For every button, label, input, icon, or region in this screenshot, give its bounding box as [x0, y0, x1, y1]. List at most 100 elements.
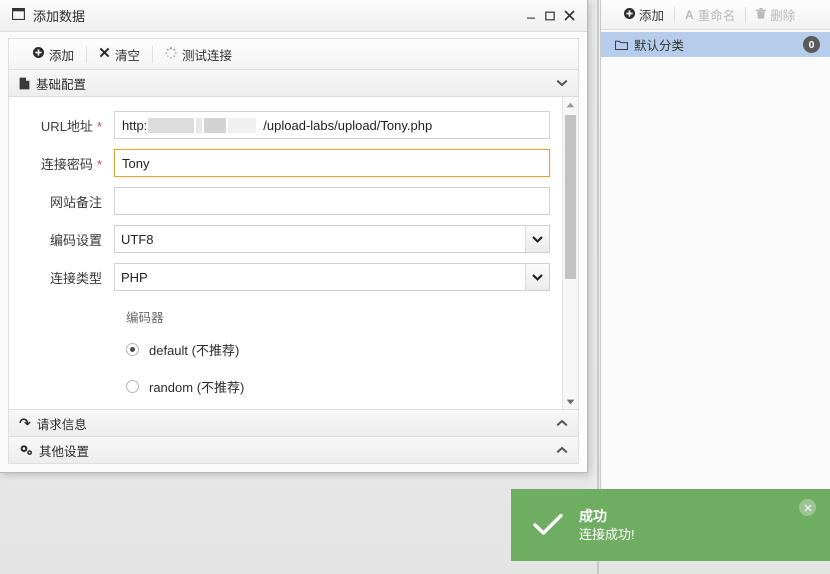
charset-select[interactable]: UTF8: [114, 225, 550, 253]
remark-control: [114, 187, 550, 215]
close-icon[interactable]: [564, 10, 575, 21]
toast-title: 成功: [579, 507, 607, 524]
section-label-basic-config: 基础配置: [36, 77, 87, 92]
encoder-option-random-label: random (不推荐): [149, 380, 245, 395]
toolbar-separator: [674, 6, 676, 23]
password-label-text: 连接密码: [40, 156, 93, 172]
encoder-option-random[interactable]: random (不推荐): [126, 377, 550, 396]
dialog-title: 添加数据: [33, 9, 86, 24]
toast-text: 成功 连接成功!: [579, 507, 635, 543]
section-label-other-settings: 其他设置: [39, 444, 90, 459]
section-header-basic-config[interactable]: 基础配置: [8, 70, 579, 97]
radio-icon[interactable]: [126, 380, 139, 393]
chevron-down-icon: [556, 79, 568, 87]
form-row-charset: 编码设置 UTF8: [19, 225, 550, 253]
dialog-command-bar: 添加 清空 测试连接: [8, 38, 579, 70]
form-row-url: URL地址 * http: /upload-labs/upload/Tony.ph…: [19, 111, 550, 139]
vertical-divider: [597, 0, 599, 574]
category-panel: 添加 A 重命名 删除 默认分类 0: [600, 0, 830, 489]
section-header-request-info[interactable]: ↷ 请求信息: [8, 410, 579, 437]
redaction-block: [228, 117, 257, 133]
spinner-icon: [165, 46, 177, 62]
url-label: URL地址 *: [19, 116, 114, 135]
category-add-button[interactable]: 添加: [615, 4, 673, 26]
form-row-remark: 网站备注: [19, 187, 550, 215]
plus-circle-icon: [33, 47, 44, 61]
url-control: http: /upload-labs/upload/Tony.php: [114, 111, 550, 139]
category-delete-label: 删除: [770, 9, 796, 23]
test-connection-button[interactable]: 测试连接: [153, 42, 244, 66]
test-connection-label: 测试连接: [182, 48, 233, 63]
scrollbar-thumb[interactable]: [565, 115, 576, 279]
clear-button[interactable]: 清空: [87, 42, 152, 66]
category-count-badge: 0: [803, 36, 820, 53]
category-delete-button[interactable]: 删除: [747, 4, 804, 26]
category-list-item[interactable]: 默认分类 0: [601, 32, 830, 57]
url-suffix: /upload-labs/upload/Tony.php: [263, 117, 433, 133]
chevron-up-icon: [556, 446, 568, 454]
form-row-password: 连接密码 *: [19, 149, 550, 177]
document-icon: [19, 77, 30, 90]
category-name: 默认分类: [634, 39, 685, 53]
required-mark: *: [96, 118, 102, 134]
category-add-label: 添加: [639, 9, 665, 23]
scroll-down-icon[interactable]: [563, 394, 578, 409]
url-input[interactable]: http: /upload-labs/upload/Tony.php: [114, 111, 550, 139]
password-control: [114, 149, 550, 177]
category-list: 默认分类 0: [601, 30, 830, 57]
section-label-request-info: 请求信息: [36, 417, 87, 432]
dialog-titlebar[interactable]: 添加数据: [0, 0, 587, 32]
dialog-body: 添加 清空 测试连接 基础配置 URL地址 * http: /upload-la…: [0, 32, 587, 472]
plus-circle-icon: [624, 7, 635, 22]
check-icon: [533, 513, 563, 537]
folder-icon: [615, 39, 628, 50]
letter-a-icon: A: [685, 7, 694, 22]
encoder-option-default-label: default (不推荐): [149, 343, 240, 358]
redaction-block: [196, 117, 203, 133]
window-controls: [526, 10, 579, 21]
password-input[interactable]: [114, 149, 550, 177]
conn-type-label: 连接类型: [49, 270, 102, 286]
charset-label: 编码设置: [49, 232, 102, 248]
minimize-icon[interactable]: [526, 11, 536, 21]
url-label-text: URL地址: [40, 118, 93, 134]
form-area: URL地址 * http: /upload-labs/upload/Tony.ph…: [9, 97, 578, 409]
cross-icon: [99, 47, 110, 61]
form-row-conn-type: 连接类型 PHP: [19, 263, 550, 291]
toast-close-button[interactable]: [799, 499, 816, 516]
category-rename-button[interactable]: A 重命名: [676, 4, 744, 26]
charset-control: UTF8: [114, 225, 550, 253]
encoder-option-default[interactable]: default (不推荐): [126, 340, 550, 359]
basic-config-panel: URL地址 * http: /upload-labs/upload/Tony.ph…: [8, 97, 579, 410]
window-icon: [12, 8, 25, 23]
add-button[interactable]: 添加: [21, 42, 86, 66]
redaction-block: [148, 117, 195, 133]
refresh-icon: ↷: [19, 414, 31, 431]
radio-icon[interactable]: [126, 343, 139, 356]
conn-type-select[interactable]: PHP: [114, 263, 550, 291]
encoder-title: 编码器: [126, 311, 164, 325]
add-button-label: 添加: [49, 48, 75, 63]
required-mark: *: [96, 156, 102, 172]
category-rename-label: 重命名: [697, 9, 736, 23]
trash-icon: [756, 7, 767, 22]
password-label: 连接密码 *: [19, 154, 114, 173]
add-data-dialog: 添加数据 添加 清空 测试连接 基础配置 URL地址 * http: /uplo…: [0, 0, 588, 473]
success-toast: 成功 连接成功!: [511, 489, 830, 561]
remark-input[interactable]: [114, 187, 550, 215]
panel-gap: [588, 0, 597, 489]
scroll-up-icon[interactable]: [563, 97, 578, 112]
conn-type-control: PHP: [114, 263, 550, 291]
clear-button-label: 清空: [115, 48, 141, 63]
scrollbar-track[interactable]: [563, 112, 578, 394]
maximize-icon[interactable]: [545, 11, 555, 21]
encoder-group: 编码器 default (不推荐) random (不推荐) base64: [19, 307, 550, 409]
chevron-up-icon: [556, 419, 568, 427]
gears-icon: [19, 444, 33, 456]
form-scrollbar[interactable]: [562, 97, 578, 409]
url-prefix: http:: [122, 117, 148, 133]
toolbar-separator: [745, 6, 747, 23]
section-header-other-settings[interactable]: 其他设置: [8, 437, 579, 464]
remark-label: 网站备注: [49, 194, 102, 210]
category-toolbar: 添加 A 重命名 删除: [601, 0, 830, 30]
